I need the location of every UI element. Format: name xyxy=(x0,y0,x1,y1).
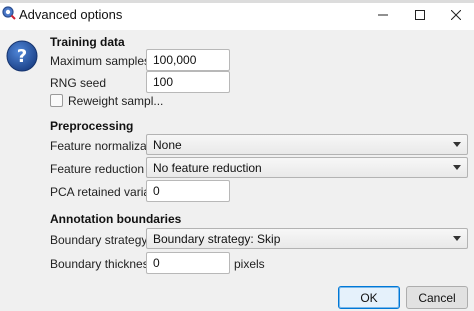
boundary-thickness-unit: pixels xyxy=(234,257,265,271)
chevron-down-icon xyxy=(453,165,461,170)
pca-retained-variance-input[interactable]: 0 xyxy=(146,180,230,202)
boundary-strategy-value: Boundary strategy: Skip xyxy=(153,231,281,246)
feature-reduction-label: Feature reduction xyxy=(50,162,145,176)
close-icon xyxy=(451,10,461,20)
boundary-thickness-input[interactable]: 0 xyxy=(146,252,230,274)
max-samples-label: Maximum samples xyxy=(50,54,151,68)
window-title: Advanced options xyxy=(19,7,123,22)
rng-seed-label: RNG seed xyxy=(50,76,107,90)
chevron-down-icon xyxy=(453,142,461,147)
annotation-boundaries-heading: Annotation boundaries xyxy=(50,212,182,226)
boundary-strategy-label: Boundary strategy xyxy=(50,233,148,247)
rng-seed-input[interactable]: 100 xyxy=(146,71,230,93)
feature-normalization-select[interactable]: None xyxy=(146,134,468,155)
chevron-down-icon xyxy=(453,236,461,241)
maximize-icon xyxy=(415,10,425,20)
feature-reduction-select[interactable]: No feature reduction xyxy=(146,157,468,178)
minimize-button[interactable] xyxy=(368,4,398,26)
dialog-content: ? Training data Maximum samples 100,000 … xyxy=(0,30,474,311)
boundary-strategy-select[interactable]: Boundary strategy: Skip xyxy=(146,228,468,249)
boundary-thickness-label: Boundary thickness xyxy=(50,257,155,271)
reweight-checkbox[interactable] xyxy=(50,94,63,107)
qupath-app-icon xyxy=(2,6,16,20)
maximize-button[interactable] xyxy=(405,4,435,26)
close-button[interactable] xyxy=(441,4,471,26)
help-glyph: ? xyxy=(17,46,27,67)
training-data-heading: Training data xyxy=(50,35,125,49)
ok-button[interactable]: OK xyxy=(338,286,400,309)
title-bar[interactable]: Advanced options xyxy=(0,0,474,30)
max-samples-input[interactable]: 100,000 xyxy=(146,49,230,71)
help-question-icon: ? xyxy=(6,40,38,72)
reweight-label[interactable]: Reweight sampl... xyxy=(68,94,163,108)
feature-normalization-value: None xyxy=(153,137,182,152)
background-window-strip xyxy=(0,0,474,3)
cancel-button[interactable]: Cancel xyxy=(406,286,468,309)
minimize-icon xyxy=(378,14,388,16)
advanced-options-dialog: Advanced options ? Training data Maximum… xyxy=(0,0,474,311)
preprocessing-heading: Preprocessing xyxy=(50,119,134,133)
feature-reduction-value: No feature reduction xyxy=(153,160,262,175)
